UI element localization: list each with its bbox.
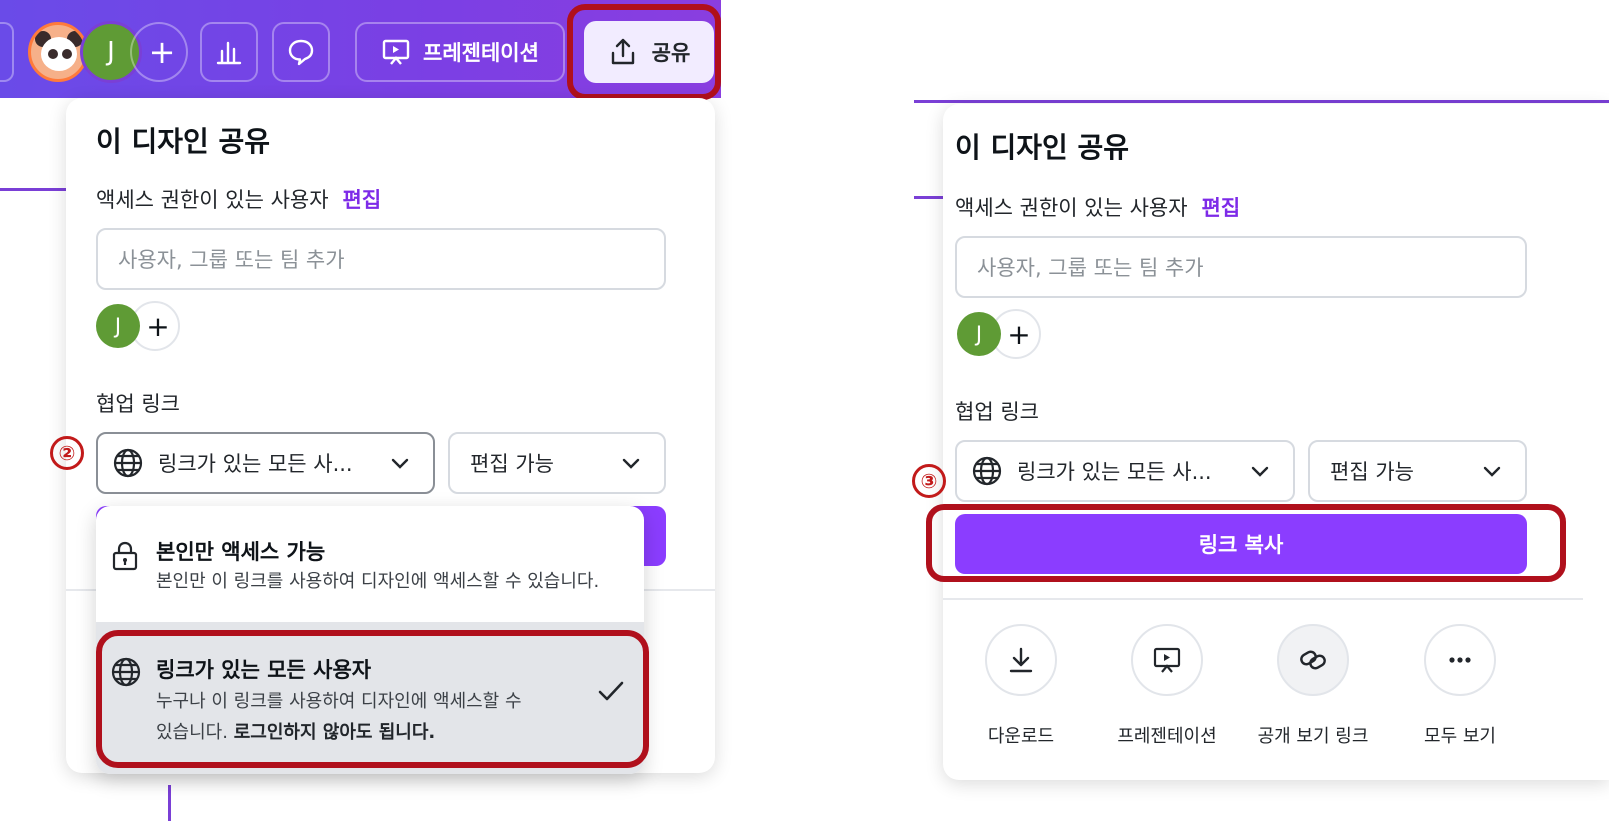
share-panel-title: 이 디자인 공유 xyxy=(955,131,1130,164)
edit-access-link[interactable]: 편집 xyxy=(1202,196,1241,220)
share-panel: 이 디자인 공유 액세스 권한이 있는 사용자 편집 사용자, 그룹 또는 팀 추… xyxy=(943,104,1609,780)
public-view-link-label: 공개 보기 링크 xyxy=(1257,726,1369,747)
access-label-text: 액세스 권한이 있는 사용자 xyxy=(96,188,329,212)
step-marker-3: ③ xyxy=(912,464,946,498)
option-private[interactable]: 본인만 액세스 가능 본인만 이 링크를 사용하여 디자인에 액세스할 수 있습… xyxy=(96,506,644,618)
comment-icon xyxy=(288,39,314,66)
present-label: 프레젠테이션 xyxy=(1117,726,1217,747)
permission-value: 편집 가능 xyxy=(470,452,554,476)
chevron-down-icon xyxy=(391,458,409,469)
bar-chart-icon xyxy=(216,41,242,65)
add-collaborator-button[interactable]: + xyxy=(130,22,188,82)
globe-icon xyxy=(113,448,143,478)
add-people-input[interactable]: 사용자, 그룹 또는 팀 추가 xyxy=(955,236,1527,298)
step-marker-2: ② xyxy=(50,436,84,470)
copy-link-highlight xyxy=(926,504,1566,582)
chevron-down-icon xyxy=(622,458,640,469)
access-label: 액세스 권한이 있는 사용자 편집 xyxy=(955,192,1240,222)
access-label: 액세스 권한이 있는 사용자 편집 xyxy=(96,184,381,214)
collab-link-label: 협업 링크 xyxy=(96,392,180,416)
toolbar-button-partial[interactable] xyxy=(0,22,14,82)
permission-select[interactable]: 편집 가능 xyxy=(1308,440,1527,502)
see-all-action[interactable]: 모두 보기 xyxy=(1400,624,1520,748)
panda-avatar[interactable] xyxy=(28,22,88,82)
permission-value: 편집 가능 xyxy=(1330,460,1414,484)
member-avatar[interactable]: J xyxy=(957,312,1001,356)
option-private-desc: 본인만 이 링크를 사용하여 디자인에 액세스할 수 있습니다. xyxy=(156,571,600,592)
present-icon xyxy=(1131,624,1203,696)
see-all-label: 모두 보기 xyxy=(1424,726,1496,747)
download-label: 다운로드 xyxy=(987,726,1055,747)
download-icon xyxy=(985,624,1057,696)
link-access-select[interactable]: 링크가 있는 모든 사... xyxy=(96,432,435,494)
public-view-link-action[interactable]: 공개 보기 링크 xyxy=(1253,624,1373,748)
chevron-down-icon xyxy=(1483,466,1501,477)
insights-button[interactable] xyxy=(200,22,258,82)
link-icon xyxy=(1277,624,1349,696)
present-label: 프레젠테이션 xyxy=(423,41,539,65)
add-people-input[interactable]: 사용자, 그룹 또는 팀 추가 xyxy=(96,228,666,290)
canvas-guide-line xyxy=(0,188,70,191)
panel-divider xyxy=(943,598,1583,600)
link-access-value: 링크가 있는 모든 사... xyxy=(1017,460,1212,484)
present-button[interactable]: 프레젠테이션 xyxy=(355,22,565,82)
link-access-value: 링크가 있는 모든 사... xyxy=(158,452,353,476)
download-action[interactable]: 다운로드 xyxy=(961,624,1081,748)
more-icon xyxy=(1424,624,1496,696)
canvas-guide-line xyxy=(168,785,171,821)
present-action[interactable]: 프레젠테이션 xyxy=(1107,624,1227,748)
lock-icon xyxy=(112,541,138,571)
link-access-select[interactable]: 링크가 있는 모든 사... xyxy=(955,440,1295,502)
collab-link-label: 협업 링크 xyxy=(955,400,1039,424)
chevron-down-icon xyxy=(1251,466,1269,477)
share-button-highlight xyxy=(567,4,721,100)
edit-access-link[interactable]: 편집 xyxy=(343,188,382,212)
share-panel-title: 이 디자인 공유 xyxy=(96,125,271,158)
access-label-text: 액세스 권한이 있는 사용자 xyxy=(955,196,1188,220)
option-private-title: 본인만 액세스 가능 xyxy=(156,540,326,564)
present-icon xyxy=(382,39,410,65)
comments-button[interactable] xyxy=(272,22,330,82)
globe-icon xyxy=(972,456,1002,486)
permission-select[interactable]: 편집 가능 xyxy=(448,432,666,494)
canvas-guide-line xyxy=(914,196,944,199)
member-avatar[interactable]: J xyxy=(96,304,140,348)
canvas-guide-line xyxy=(914,100,1609,103)
selected-option-highlight xyxy=(96,630,649,768)
